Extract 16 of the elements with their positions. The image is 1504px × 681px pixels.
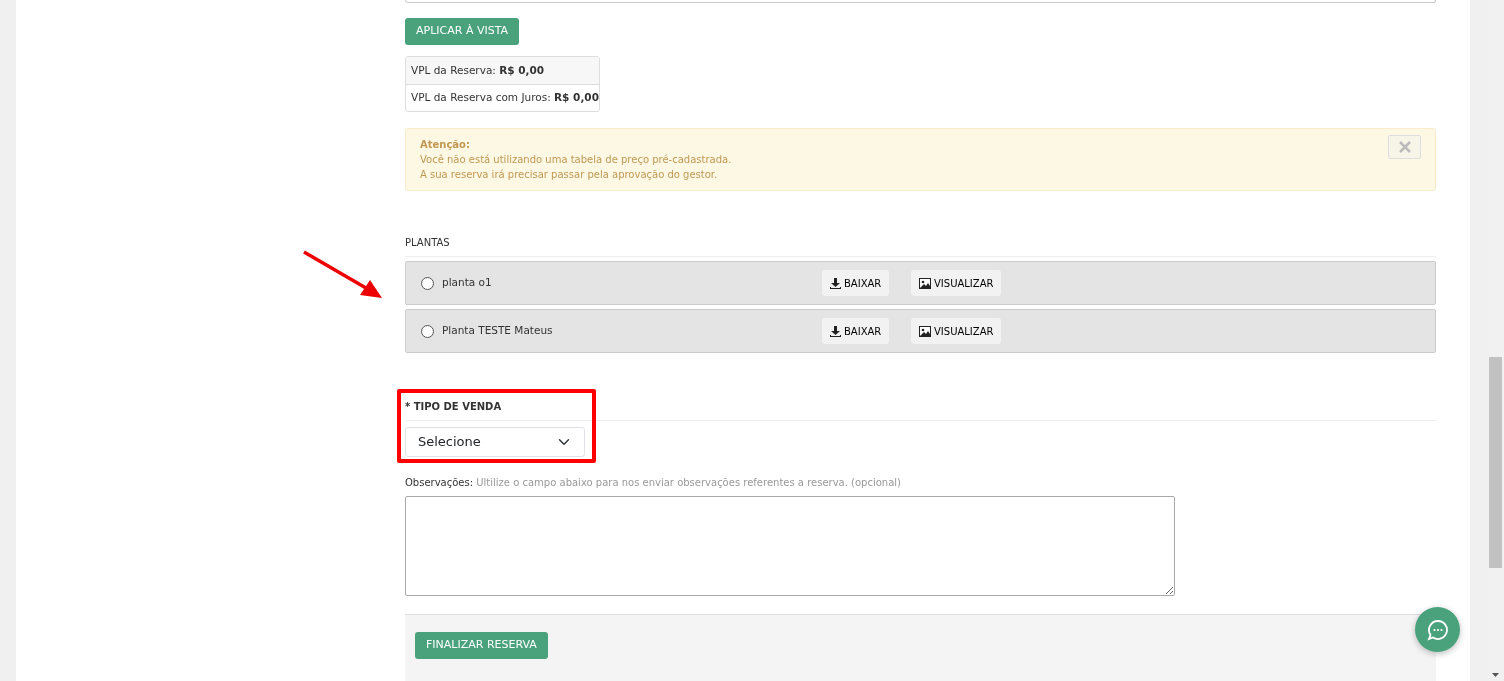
plan-name: planta o1 <box>442 275 492 291</box>
notes-hint: Ultilize o campo abaixo para nos enviar observações referentes a reserva. (opcional) <box>476 477 901 488</box>
sale-type-select[interactable]: Selecione <box>405 427 585 457</box>
plan-name: Planta TESTE Mateus <box>442 323 553 339</box>
alert-title: Atenção: <box>420 138 470 152</box>
alert-text: A sua reserva irá precisar passar pela aprovação do gestor. <box>420 168 719 182</box>
notes-label: Observações: <box>405 477 475 488</box>
alert-text: Você não está utilizando uma tabela de preço pré-cadastrada. <box>420 153 733 167</box>
field-label: * TIPO DE VENDA <box>405 399 1436 421</box>
view-button[interactable]: VISUALIZAR <box>911 318 1002 344</box>
view-button[interactable]: VISUALIZAR <box>911 270 1002 296</box>
summary-text: VPL da Reserva com Juros: R$ 0,00 <box>411 90 599 106</box>
download-button[interactable]: BAIXAR <box>822 318 890 344</box>
summary-text: VPL da Reserva: R$ 0,00 <box>411 62 545 78</box>
download-button[interactable]: BAIXAR <box>822 270 890 296</box>
section-heading: PLANTAS <box>405 235 1436 257</box>
